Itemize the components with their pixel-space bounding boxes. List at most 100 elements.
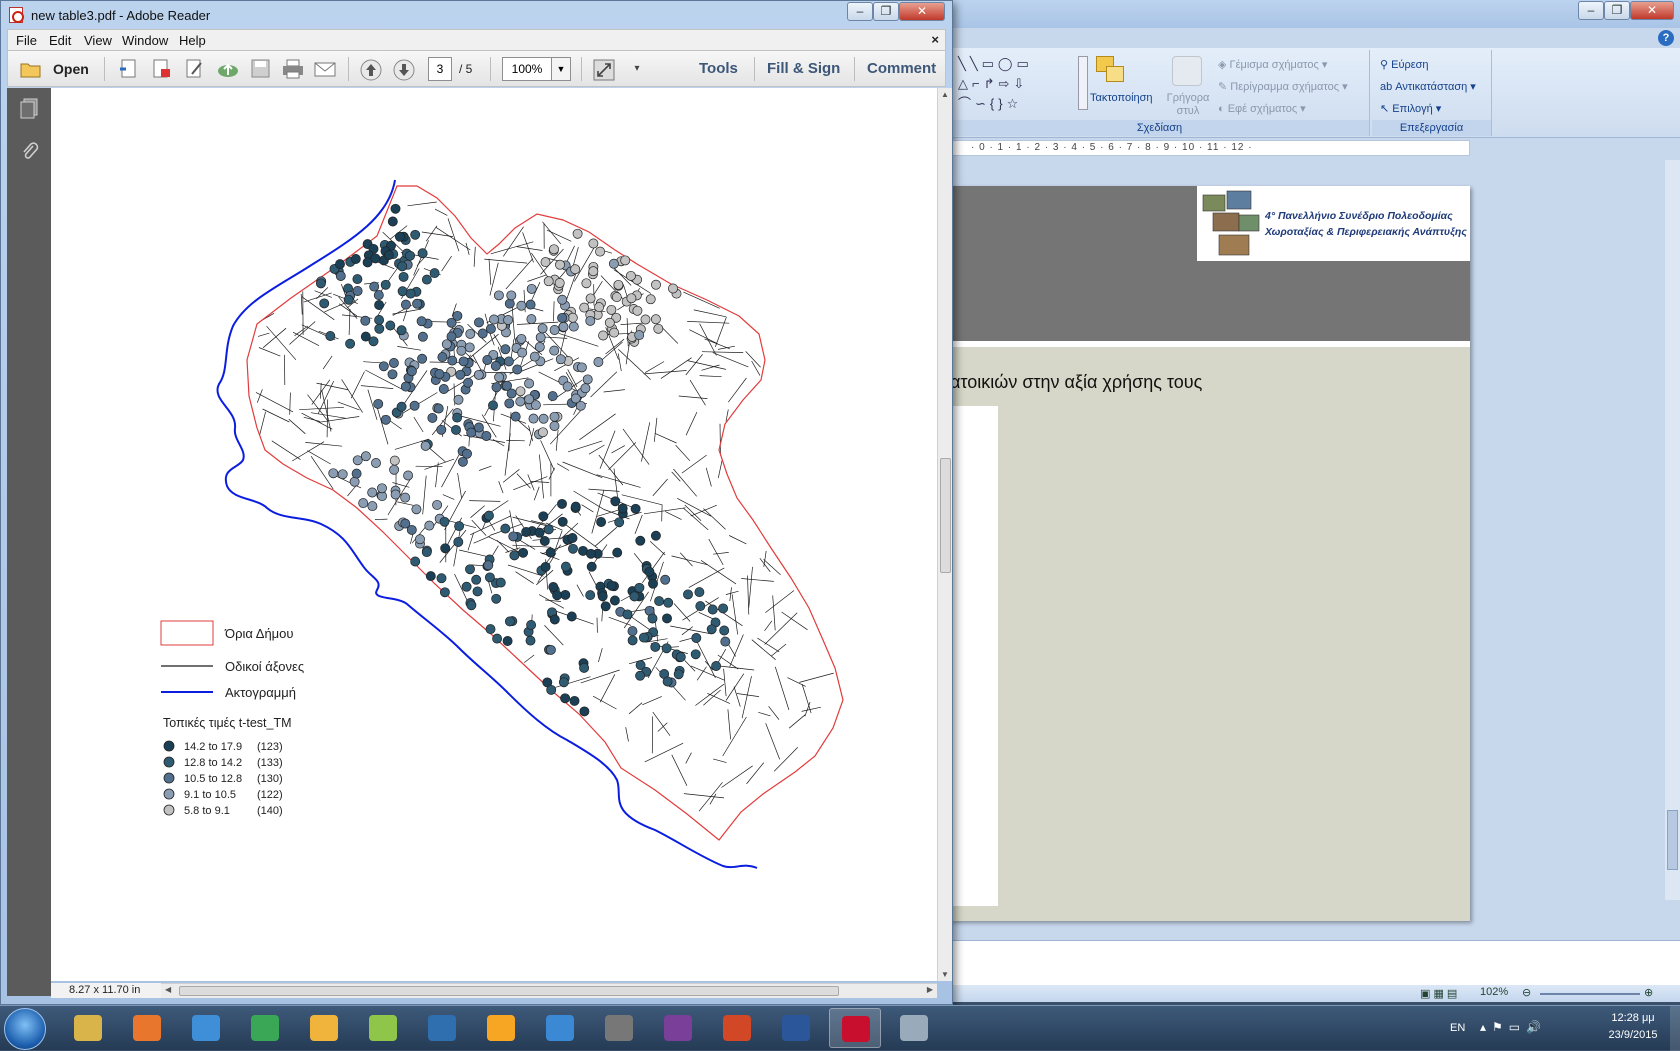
zoom-input[interactable]: 100% [502,57,552,81]
select-button[interactable]: ↖ Επιλογή ▾ [1380,102,1441,115]
tools-button[interactable]: Tools [699,60,738,77]
arrange-button[interactable]: Τακτοποίηση [1090,92,1153,104]
menu-help[interactable]: Help [179,33,206,48]
pdf-document-page[interactable]: Όρια Δήμου Οδικοί άξονες Ακτογραμμή Τοπι… [51,88,937,981]
print-icon[interactable] [282,59,304,79]
value-point [594,357,603,366]
value-point [707,625,716,634]
save-icon[interactable] [250,59,272,79]
taskbar-gimp-button[interactable] [593,1008,645,1048]
export-pdf-icon[interactable] [151,59,173,79]
language-indicator[interactable]: EN [1450,1022,1465,1034]
close-document-icon[interactable]: × [931,32,939,47]
fit-page-icon[interactable] [593,59,615,79]
clock-date[interactable]: 23/9/2015 [1598,1029,1668,1041]
comment-button[interactable]: Comment [867,60,936,77]
taskbar-media-player-button[interactable] [475,1008,527,1048]
fill-sign-button[interactable]: Fill & Sign [767,60,840,77]
attachments-icon[interactable] [19,140,39,162]
menu-window[interactable]: Window [122,33,168,48]
taskbar-firefox-button[interactable] [121,1008,173,1048]
open-folder-icon[interactable] [20,59,42,79]
shapes-gallery[interactable]: ╲╲▭◯▭△⌐↱⇨⇩⌒∽{}☆ [958,54,1076,114]
slide[interactable]: 4° Πανελλήνιο Συνέδριο Πολεοδομίας Χωροτ… [950,186,1470,921]
value-point [462,582,471,591]
shapes-gallery-scroll[interactable] [1078,56,1088,110]
road-segment [539,455,543,499]
taskbar-thunderbird-button[interactable] [534,1008,586,1048]
road-segment [258,333,270,336]
scroll-right-icon[interactable]: ▶ [927,985,933,994]
reader-maximize-button[interactable]: ❐ [873,2,899,21]
taskbar-outlook-button[interactable] [298,1008,350,1048]
clock-time[interactable]: 12:28 μμ [1598,1012,1668,1024]
ppt-vertical-scrollbar[interactable] [1665,160,1680,900]
shape-outline-button[interactable]: ✎ Περίγραμμα σχήματος ▾ [1218,80,1348,93]
value-point [546,645,555,654]
road-segment [363,362,381,363]
value-point [712,661,721,670]
previous-page-icon[interactable] [360,59,382,79]
taskbar-powerpoint-button[interactable] [711,1008,763,1048]
taskbar-chrome-button[interactable] [239,1008,291,1048]
create-pdf-icon[interactable] [118,59,140,79]
taskbar-files-button[interactable] [357,1008,409,1048]
taskbar-app-button[interactable] [416,1008,468,1048]
taskbar-acrobat-button[interactable] [829,1008,881,1048]
zoom-in-icon[interactable]: ⊕ [1644,986,1653,999]
show-desktop-button[interactable] [1670,1006,1680,1051]
notes-pane[interactable] [950,940,1680,985]
value-point [582,279,591,288]
find-button[interactable]: ⚲ Εύρεση [1380,58,1429,71]
reader-horizontal-scrollbar[interactable]: ◀ ▶ [161,983,937,998]
quick-styles-button[interactable]: Γρήγορα στυλ [1163,92,1213,118]
taskbar-notepad-button[interactable] [888,1008,940,1048]
page-thumbnails-icon[interactable] [19,98,39,120]
reader-close-button[interactable]: ✕ [899,2,945,21]
help-icon[interactable]: ? [1658,30,1674,46]
edit-pdf-icon[interactable] [184,59,206,79]
start-button[interactable] [4,1008,46,1050]
menu-view[interactable]: View [84,33,112,48]
menu-edit[interactable]: Edit [49,33,71,48]
next-page-icon[interactable] [393,59,415,79]
shape-effects-button[interactable]: ◐ Εφέ σχήματος ▾ [1218,102,1306,115]
upload-cloud-icon[interactable] [217,59,239,79]
zoom-dropdown-icon[interactable]: ▼ [551,57,571,81]
ppt-minimize-button[interactable]: ‒ [1578,1,1604,20]
taskbar-word-button[interactable] [770,1008,822,1048]
zoom-level[interactable]: 102% [1480,986,1508,998]
value-point [316,279,325,288]
taskbar-media-center-button[interactable] [652,1008,704,1048]
reader-hscroll-thumb[interactable] [179,986,839,996]
ppt-close-button[interactable]: ✕ [1630,1,1674,20]
toolbar-overflow-icon[interactable]: ▾ [626,59,648,79]
taskbar-safari-button[interactable] [180,1008,232,1048]
zoom-out-icon[interactable]: ⊖ [1522,986,1531,999]
menu-file[interactable]: File [16,33,37,48]
view-buttons[interactable]: ▣ ▦ ▤ [1420,987,1457,1000]
reader-vertical-scrollbar[interactable]: ▲ ▼ [937,88,952,981]
road-segment [414,417,423,432]
open-button[interactable]: Open [53,61,89,77]
value-point [489,315,498,324]
ppt-maximize-button[interactable]: ❐ [1604,1,1630,20]
taskbar-explorer-button[interactable] [62,1008,114,1048]
scroll-up-icon[interactable]: ▲ [941,90,949,99]
zoom-slider[interactable] [1540,993,1640,995]
scroll-down-icon[interactable]: ▼ [941,970,949,979]
shape-fill-button[interactable]: ◈ Γέμισμα σχήματος ▾ [1218,58,1327,71]
tray-icons[interactable]: ▴⚑▭🔊 [1480,1020,1547,1034]
reader-scroll-thumb[interactable] [940,458,951,573]
slide-title[interactable]: ατοικιών στην αξία χρήσης τους [950,372,1202,393]
page-number-input[interactable]: 3 [428,57,452,81]
value-point [544,525,553,534]
value-point [395,232,404,241]
slide-image-placeholder[interactable] [950,406,998,906]
road-segment [742,676,751,718]
reader-minimize-button[interactable]: ‒ [847,2,873,21]
replace-button[interactable]: ab Αντικατάσταση ▾ [1380,80,1476,93]
ppt-scroll-thumb[interactable] [1667,810,1678,870]
scroll-left-icon[interactable]: ◀ [165,985,171,994]
email-icon[interactable] [314,59,336,79]
